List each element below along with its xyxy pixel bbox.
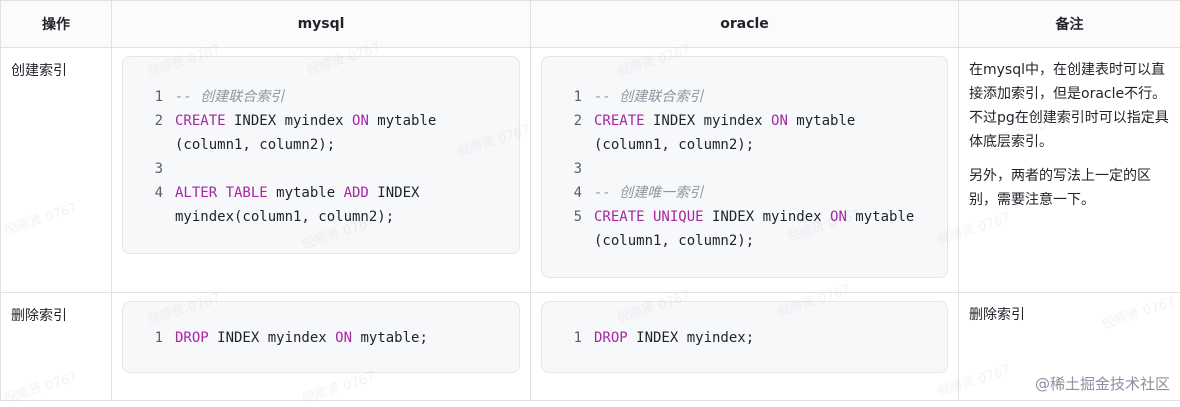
code-token: mytable bbox=[268, 185, 344, 201]
code-text bbox=[594, 157, 937, 181]
mysql-code-cell: 1DROP INDEX myindex ON mytable; bbox=[112, 293, 531, 401]
code-keyword: ALTER TABLE bbox=[175, 185, 268, 201]
line-number: 1 bbox=[123, 85, 175, 109]
code-text: CREATE UNIQUE INDEX myindex ON mytable (… bbox=[594, 205, 937, 253]
line-number: 1 bbox=[542, 326, 594, 350]
code-line: 3 bbox=[123, 157, 509, 181]
line-number: 5 bbox=[542, 205, 594, 253]
code-keyword: ON bbox=[771, 113, 788, 129]
table-header-row: 操作 mysql oracle 备注 bbox=[1, 1, 1180, 48]
code-text: -- 创建联合索引 bbox=[594, 85, 937, 109]
code-keyword: CREATE bbox=[175, 113, 226, 129]
code-text bbox=[175, 157, 509, 181]
code-text: -- 创建唯一索引 bbox=[594, 181, 937, 205]
code-token: INDEX myindex bbox=[209, 330, 335, 346]
comparison-table: 操作 mysql oracle 备注 创建索引 1-- 创建联合索引2CREAT… bbox=[0, 0, 1180, 401]
code-token bbox=[594, 161, 602, 177]
code-keyword: CREATE bbox=[594, 113, 645, 129]
code-block[interactable]: 1DROP INDEX myindex ON mytable; bbox=[122, 301, 520, 373]
line-number: 2 bbox=[123, 109, 175, 157]
line-number: 3 bbox=[123, 157, 175, 181]
code-keyword: ON bbox=[830, 209, 847, 225]
code-keyword: ON bbox=[335, 330, 352, 346]
header-mysql: mysql bbox=[112, 1, 531, 48]
code-text: DROP INDEX myindex; bbox=[594, 326, 937, 350]
code-text: CREATE INDEX myindex ON mytable (column1… bbox=[594, 109, 937, 157]
code-comment: -- 创建联合索引 bbox=[594, 89, 703, 105]
code-block[interactable]: 1-- 创建联合索引2CREATE INDEX myindex ON mytab… bbox=[122, 56, 520, 254]
note-paragraph: 在mysql中，在创建表时可以直接添加索引，但是oracle不行。不过pg在创建… bbox=[969, 58, 1172, 154]
oracle-code-cell: 1-- 创建联合索引2CREATE INDEX myindex ON mytab… bbox=[531, 48, 959, 293]
table-row: 删除索引 1DROP INDEX myindex ON mytable; 1DR… bbox=[1, 293, 1180, 401]
code-keyword: ADD bbox=[344, 185, 369, 201]
code-token bbox=[175, 161, 183, 177]
brand-label: @稀土掘金技术社区 bbox=[1033, 373, 1172, 394]
line-number: 2 bbox=[542, 109, 594, 157]
code-token: INDEX myindex bbox=[704, 209, 830, 225]
code-text: CREATE INDEX myindex ON mytable (column1… bbox=[175, 109, 509, 157]
code-text: DROP INDEX myindex ON mytable; bbox=[175, 326, 509, 350]
code-token: mytable; bbox=[352, 330, 428, 346]
code-token: INDEX myindex bbox=[645, 113, 771, 129]
code-comment: -- 创建唯一索引 bbox=[594, 185, 703, 201]
oracle-code-cell: 1DROP INDEX myindex; bbox=[531, 293, 959, 401]
code-block[interactable]: 1-- 创建联合索引2CREATE INDEX myindex ON mytab… bbox=[541, 56, 948, 278]
note-paragraph: 另外，两者的写法上一定的区别，需要注意一下。 bbox=[969, 164, 1172, 212]
code-keyword: CREATE UNIQUE bbox=[594, 209, 704, 225]
row-operation-label: 创建索引 bbox=[1, 48, 112, 293]
code-line: 4ALTER TABLE mytable ADD INDEX myindex(c… bbox=[123, 181, 509, 229]
code-line: 3 bbox=[542, 157, 937, 181]
line-number: 4 bbox=[542, 181, 594, 205]
line-number: 4 bbox=[123, 181, 175, 229]
code-text: -- 创建联合索引 bbox=[175, 85, 509, 109]
code-line: 2CREATE INDEX myindex ON mytable (column… bbox=[542, 109, 937, 157]
line-number: 1 bbox=[123, 326, 175, 350]
note-cell: 在mysql中，在创建表时可以直接添加索引，但是oracle不行。不过pg在创建… bbox=[959, 48, 1180, 293]
header-operation: 操作 bbox=[1, 1, 112, 48]
code-line: 4-- 创建唯一索引 bbox=[542, 181, 937, 205]
code-comment: -- 创建联合索引 bbox=[175, 89, 284, 105]
code-keyword: ON bbox=[352, 113, 369, 129]
code-token: INDEX myindex bbox=[226, 113, 352, 129]
header-oracle: oracle bbox=[531, 1, 959, 48]
code-keyword: DROP bbox=[175, 330, 209, 346]
code-line: 5CREATE UNIQUE INDEX myindex ON mytable … bbox=[542, 205, 937, 253]
table-row: 创建索引 1-- 创建联合索引2CREATE INDEX myindex ON … bbox=[1, 48, 1180, 293]
code-keyword: DROP bbox=[594, 330, 628, 346]
code-block[interactable]: 1DROP INDEX myindex; bbox=[541, 301, 948, 373]
code-text: ALTER TABLE mytable ADD INDEX myindex(co… bbox=[175, 181, 509, 229]
note-paragraph: 删除索引 bbox=[969, 303, 1172, 327]
row-operation-label: 删除索引 bbox=[1, 293, 112, 401]
code-line: 1DROP INDEX myindex ON mytable; bbox=[123, 326, 509, 350]
code-line: 1-- 创建联合索引 bbox=[542, 85, 937, 109]
code-line: 1-- 创建联合索引 bbox=[123, 85, 509, 109]
header-note: 备注 bbox=[959, 1, 1180, 48]
line-number: 1 bbox=[542, 85, 594, 109]
code-token: INDEX myindex; bbox=[628, 330, 754, 346]
mysql-code-cell: 1-- 创建联合索引2CREATE INDEX myindex ON mytab… bbox=[112, 48, 531, 293]
code-line: 2CREATE INDEX myindex ON mytable (column… bbox=[123, 109, 509, 157]
code-line: 1DROP INDEX myindex; bbox=[542, 326, 937, 350]
line-number: 3 bbox=[542, 157, 594, 181]
